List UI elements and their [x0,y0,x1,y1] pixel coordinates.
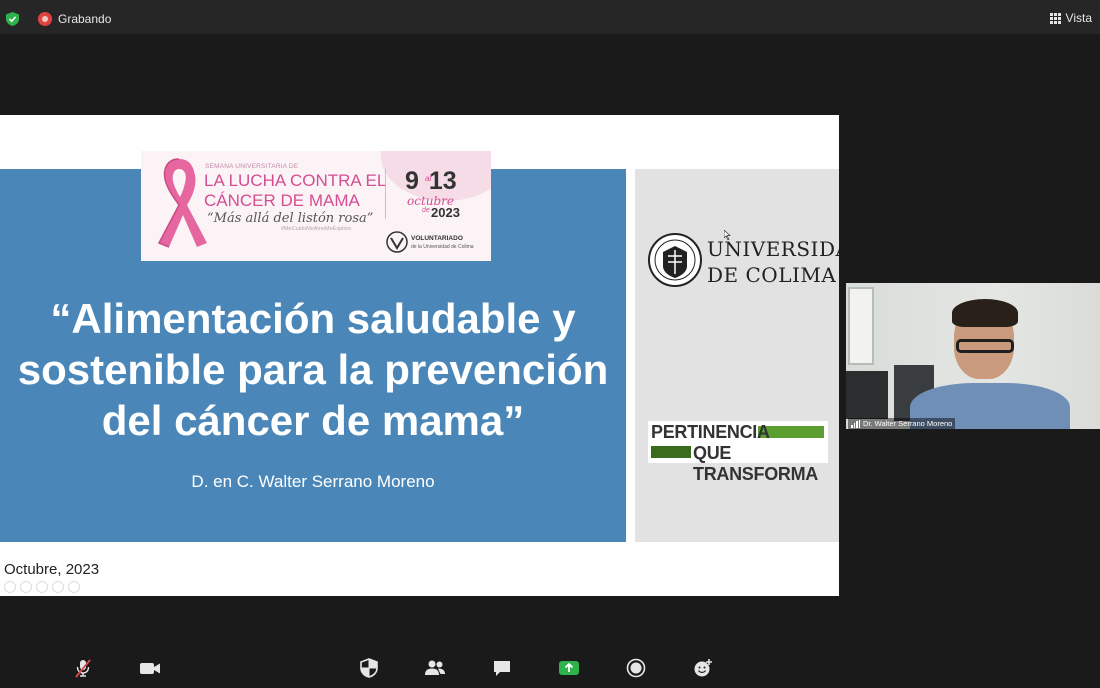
voluntariado-sub: de la Universidad de Colima [411,244,474,250]
slide-tools [4,581,80,593]
banner-hashtag: #MeCuidoMeAmoMeExploro [281,226,352,232]
participant-name: Dr. Walter Serrano Moreno [863,419,953,428]
mouse-cursor-icon [724,230,731,240]
banner-line2: CÁNCER DE MAMA [204,191,360,210]
voluntariado-logo-icon [386,231,408,253]
reactions-icon[interactable] [692,658,714,678]
slide-date: Octubre, 2023 [4,561,100,578]
top-bar: Grabando Vista [0,0,1100,34]
security-shield-icon[interactable] [6,12,19,26]
signal-strength-icon [851,419,860,428]
banner-month-de: de [422,207,430,214]
grid-view-icon [1049,12,1061,24]
zoom-meeting-window: Grabando Vista SEMANA UNIVERSITARIA DE L… [0,0,1100,688]
banner-line1: LA LUCHA CONTRA EL [204,171,387,190]
pertinencia-logo: PERTINENCIA QUE TRANSFORMA [648,421,828,484]
recording-label: Grabando [58,12,112,26]
chat-icon[interactable] [491,658,513,678]
participants-icon[interactable] [424,658,446,678]
slide-author: D. en C. Walter Serrano Moreno [191,472,435,491]
participant-name-tag: Dr. Walter Serrano Moreno [848,418,956,429]
slogan-line2: QUE TRANSFORMA [693,443,818,484]
video-camera-icon[interactable] [139,658,161,678]
slide-tool-icon[interactable] [20,581,32,593]
banner-kicker: SEMANA UNIVERSITARIA DE [205,163,299,170]
voluntariado-label: VOLUNTARIADO [411,235,463,242]
slide-logo-panel [635,169,839,542]
view-label: Vista [1065,11,1092,25]
pink-ribbon-icon [157,158,207,248]
banner-subtitle: “Más allá del listón rosa” [207,211,374,226]
slide-tool-icon[interactable] [68,581,80,593]
slide-title: “Alimentación saludable y sostenible par… [17,295,609,444]
universidad-de-colima-seal-icon [648,233,702,287]
banner-divider [385,169,386,219]
slide-tool-icon[interactable] [52,581,64,593]
slide-tool-icon[interactable] [36,581,48,593]
participant-video-tile[interactable]: Dr. Walter Serrano Moreno [846,283,1100,429]
slogan-line1: PERTINENCIA [651,422,770,442]
share-screen-icon[interactable] [558,658,580,678]
banner-year: 2023 [431,205,460,220]
record-icon[interactable] [625,658,647,678]
shared-screen-slide: SEMANA UNIVERSITARIA DE LA LUCHA CONTRA … [0,115,839,596]
slide-tool-icon[interactable] [4,581,16,593]
university-name-line2: DE COLIMA [707,263,837,287]
security-icon[interactable] [358,658,380,678]
view-button[interactable]: Vista [1049,11,1092,25]
recording-icon[interactable] [38,12,52,26]
banner-date-al: al [425,174,432,183]
university-name-line1: UNIVERSIDAD [707,237,839,261]
mic-muted-icon[interactable] [72,658,94,678]
meeting-toolbar [0,648,1100,688]
event-banner: SEMANA UNIVERSITARIA DE LA LUCHA CONTRA … [141,151,491,261]
